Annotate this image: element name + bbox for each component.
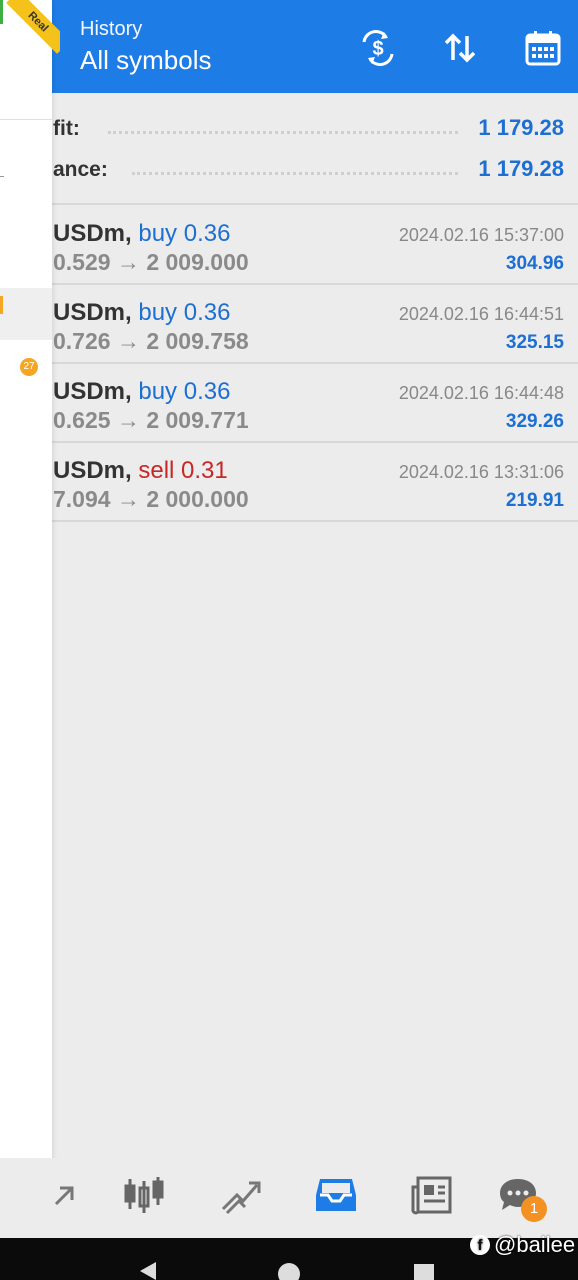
divider — [52, 520, 578, 522]
drawer-item-indicator — [0, 296, 3, 314]
trade-row[interactable]: USDm, buy 0.36 0.726 → 2 009.758 2024.02… — [0, 284, 578, 362]
account-edge — [0, 0, 3, 24]
deposit-withdraw-icon[interactable]: $ — [356, 26, 400, 70]
summary-value: 1 179.28 — [478, 156, 564, 181]
dotted-leader — [108, 131, 458, 134]
trade-direction: sell 0.31 — [138, 457, 228, 484]
trade-time: 2024.02.16 15:37:00 — [398, 225, 564, 245]
summary-label: fit: — [53, 117, 80, 140]
drawer-badge: 27 — [20, 358, 38, 376]
facebook-icon: f — [470, 1235, 490, 1255]
back-icon[interactable] — [140, 1262, 156, 1280]
svg-text:$: $ — [372, 38, 383, 60]
trade-icon[interactable] — [218, 1172, 264, 1218]
recent-apps-icon[interactable] — [414, 1264, 434, 1280]
trade-symbol: USDm, buy 0.36 — [53, 220, 231, 247]
trade-profit: 219.91 — [505, 490, 564, 511]
trade-row[interactable]: USDm, buy 0.36 0.529 → 2 009.000 2024.02… — [0, 205, 578, 283]
trade-symbol: USDm, buy 0.36 — [53, 378, 231, 405]
trade-direction: buy 0.36 — [138, 299, 231, 326]
watermark-text: @bailee — [494, 1232, 576, 1257]
dotted-leader — [132, 172, 458, 175]
home-icon[interactable] — [278, 1263, 300, 1280]
chat-badge: 1 — [521, 1196, 547, 1222]
trade-symbol: USDm, buy 0.36 — [53, 299, 231, 326]
sort-icon[interactable] — [438, 26, 482, 70]
app-bar: History All symbols $ — [0, 0, 578, 93]
news-icon[interactable] — [409, 1172, 455, 1218]
page-title[interactable]: All symbols — [80, 45, 211, 76]
drawer-mark — [0, 176, 4, 177]
history-summary: fit: 1 179.28 ance: 1 179.28 — [0, 93, 578, 203]
trade-row[interactable]: USDm, sell 0.31 7.094 → 2 000.000 2024.0… — [0, 442, 578, 520]
drawer-item-selected[interactable] — [0, 288, 52, 340]
trade-prices: 0.625 → 2 009.771 — [53, 407, 249, 433]
trade-direction: buy 0.36 — [138, 378, 231, 405]
summary-value: 1 179.28 — [478, 115, 564, 140]
trade-time: 2024.02.16 16:44:51 — [398, 304, 564, 324]
bottom-navigation — [0, 1158, 578, 1238]
account-ribbon: Real — [0, 0, 60, 60]
trade-time: 2024.02.16 13:31:06 — [398, 462, 564, 482]
trade-prices: 7.094 → 2 000.000 — [53, 486, 249, 512]
summary-row-balance: ance: 1 179.28 — [0, 150, 578, 190]
real-ribbon: Real — [6, 0, 60, 54]
trade-prices: 0.726 → 2 009.758 — [53, 328, 249, 354]
trade-profit: 304.96 — [505, 253, 564, 274]
trade-profit: 325.15 — [505, 332, 564, 353]
calendar-icon[interactable] — [521, 26, 565, 70]
title-block: History All symbols — [80, 18, 211, 76]
trade-direction: buy 0.36 — [138, 220, 231, 247]
trade-profit: 329.26 — [505, 411, 564, 432]
side-drawer[interactable]: 27 — [0, 0, 52, 1238]
watermark: f @bailee — [470, 1232, 575, 1258]
summary-label: ance: — [53, 158, 108, 181]
trade-prices: 0.529 → 2 009.000 — [53, 249, 249, 275]
trade-time: 2024.02.16 16:44:48 — [398, 383, 564, 403]
summary-row-profit: fit: 1 179.28 — [0, 109, 578, 149]
trade-row[interactable]: USDm, buy 0.36 0.625 → 2 009.771 2024.02… — [0, 363, 578, 441]
history-icon[interactable] — [313, 1172, 359, 1218]
chart-icon[interactable] — [122, 1172, 168, 1218]
quotes-icon[interactable] — [42, 1172, 88, 1218]
trade-symbol: USDm, sell 0.31 — [53, 457, 228, 484]
drawer-divider — [0, 119, 52, 120]
page-subtitle: History — [80, 18, 143, 40]
